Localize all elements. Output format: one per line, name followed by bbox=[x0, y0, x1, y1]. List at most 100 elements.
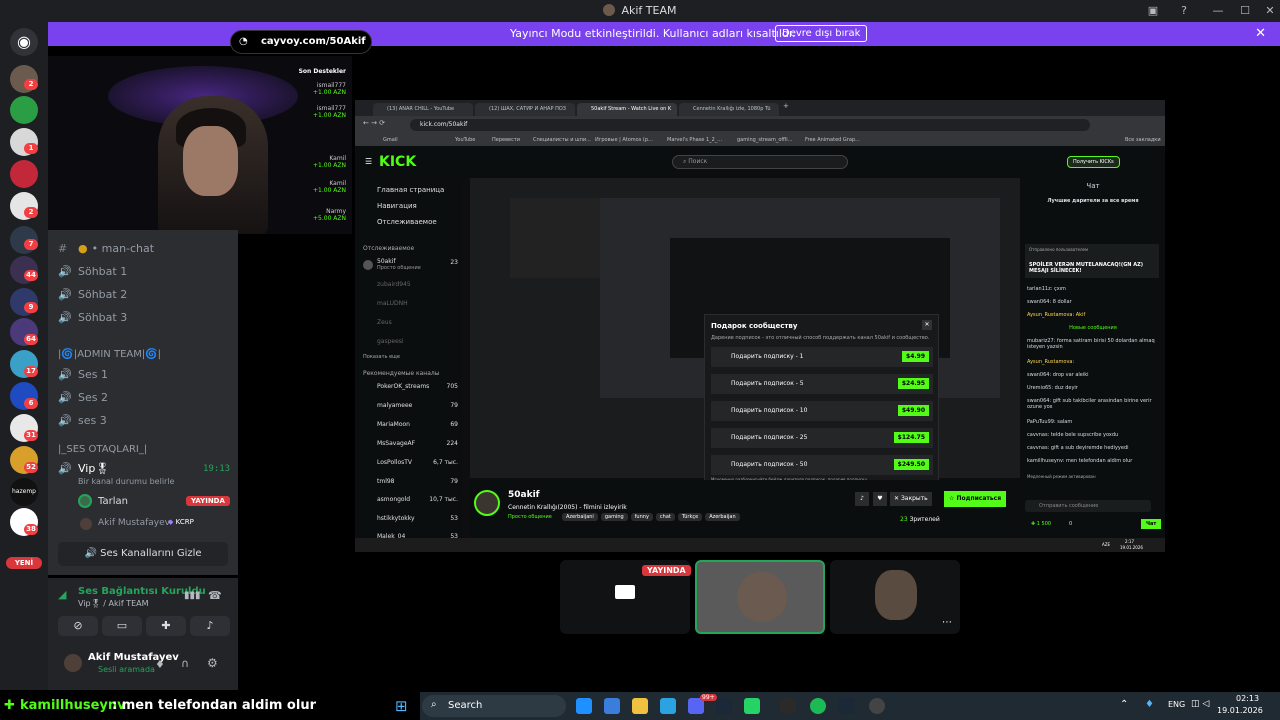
clock-date[interactable]: 19.01.2026 bbox=[1217, 706, 1263, 715]
nav-following[interactable]: Отслеживаемое bbox=[377, 218, 437, 226]
settings-gear-icon[interactable]: ⚙ bbox=[207, 656, 218, 670]
bookmark[interactable]: Marvel's Phase 1_2_... bbox=[667, 137, 722, 143]
voice-channel[interactable]: 🔊 Söhbat 1 bbox=[58, 265, 127, 278]
screen-share-stream[interactable]: (13) ANAR CHILL - YouTube (12) ШАХ, САТИ… bbox=[355, 100, 1165, 552]
heart-icon[interactable]: ♥ bbox=[873, 492, 887, 506]
category-header[interactable]: |_SES OTAQLARI_| bbox=[58, 444, 147, 455]
voice-channel[interactable]: 🔊 Ses 2 bbox=[58, 391, 108, 404]
steam-icon[interactable] bbox=[716, 698, 732, 714]
microphone-icon[interactable]: ♦ bbox=[155, 658, 165, 671]
bookmark[interactable]: gaming_stream_offli... bbox=[737, 137, 792, 143]
chat-input[interactable]: Отправить сообщение bbox=[1025, 500, 1151, 512]
explorer-icon[interactable] bbox=[632, 698, 648, 714]
screen-share-button[interactable]: ▭ bbox=[102, 616, 142, 636]
hamburger-icon[interactable]: ☰ bbox=[365, 157, 372, 166]
steam-icon-2[interactable] bbox=[838, 698, 854, 714]
notification-bell-icon[interactable]: ♪ bbox=[855, 492, 869, 506]
participant-tile-speaking[interactable] bbox=[695, 560, 825, 634]
avatar[interactable] bbox=[64, 654, 82, 672]
kick-logo[interactable]: KICK bbox=[379, 154, 416, 170]
help-icon[interactable]: ? bbox=[1176, 3, 1192, 19]
gift-option[interactable]: Подарить подписок - 50 $249.50 bbox=[711, 455, 933, 475]
active-voice-channel[interactable]: 🔊 Vip🎖 bbox=[58, 462, 109, 475]
browser-tab[interactable]: (12) ШАХ, САТИР И АНАР ПОЗ bbox=[475, 103, 575, 116]
close-banner-icon[interactable]: ✕ bbox=[1255, 26, 1266, 41]
gift-option[interactable]: Подарить подписку - 1 $4.99 bbox=[711, 347, 933, 367]
tag[interactable]: Azerbaijani bbox=[562, 513, 598, 521]
headphones-icon[interactable]: ∩ bbox=[181, 657, 189, 670]
bookmark[interactable]: Free Animated Grap... bbox=[805, 137, 860, 143]
followed-channel[interactable]: 50akif bbox=[377, 258, 396, 265]
camera-off-button[interactable]: ⊘ bbox=[58, 616, 98, 636]
server-icon[interactable] bbox=[10, 96, 38, 124]
nav-browse[interactable]: Навигация bbox=[377, 202, 417, 210]
browser-tab[interactable]: (13) ANAR CHILL - YouTube bbox=[373, 103, 473, 116]
tag[interactable]: gaming bbox=[600, 513, 628, 521]
discord-home-icon[interactable]: ◉ bbox=[10, 28, 38, 56]
clock-time[interactable]: 02:13 bbox=[1236, 694, 1259, 703]
voice-location[interactable]: Vip🎖 / Akif TEAM bbox=[78, 599, 149, 608]
server-icon[interactable]: hazemp bbox=[10, 478, 38, 506]
voice-channel[interactable]: 🔊 Söhbat 2 bbox=[58, 288, 127, 301]
maximize-button[interactable]: ☐ bbox=[1237, 3, 1253, 19]
epic-games-icon[interactable] bbox=[780, 698, 796, 714]
windows-start-icon[interactable]: ⊞ bbox=[395, 698, 411, 714]
kick-search-input[interactable]: ⌕ Поиск bbox=[672, 155, 848, 169]
microphone-icon[interactable]: ♦ bbox=[1145, 699, 1154, 710]
chat-send-button[interactable]: Чат bbox=[1141, 519, 1162, 529]
disconnect-icon[interactable]: ☎ bbox=[208, 589, 222, 602]
telegram-icon[interactable] bbox=[660, 698, 676, 714]
avatar[interactable] bbox=[474, 490, 500, 516]
taskbar-search[interactable]: ⌕ Search bbox=[422, 695, 566, 717]
recommended-channel[interactable]: asmongold bbox=[377, 496, 410, 503]
noise-suppression-icon[interactable]: ▮▮▮ bbox=[184, 590, 201, 601]
recommended-channel[interactable]: hstikkytokky bbox=[377, 515, 415, 522]
whatsapp-icon[interactable] bbox=[744, 698, 760, 714]
recommended-channel[interactable]: tml98 bbox=[377, 478, 395, 485]
language-indicator[interactable]: ENG bbox=[1168, 700, 1185, 709]
recommended-channel[interactable]: MariaMoon bbox=[377, 421, 410, 428]
spotify-icon[interactable] bbox=[810, 698, 826, 714]
voice-channel[interactable]: 🔊 Söhbat 3 bbox=[58, 311, 127, 324]
followed-channel[interactable]: gaspeesi bbox=[377, 338, 404, 345]
category-header[interactable]: |🌀|ADMIN TEAM|🌀| bbox=[58, 349, 161, 360]
close-button[interactable]: ✕ Закрыть bbox=[890, 492, 932, 506]
bookmark[interactable]: Игровые | Atomos (р... bbox=[595, 137, 653, 143]
close-window-button[interactable]: ✕ bbox=[1262, 3, 1278, 19]
tag[interactable]: chat bbox=[655, 513, 675, 521]
text-channel[interactable]: # ● • man-chat bbox=[58, 242, 154, 255]
recommended-channel[interactable]: MsSavageAF bbox=[377, 440, 415, 447]
tag[interactable]: Azerbaijan bbox=[705, 513, 740, 521]
show-more-link[interactable]: Показать еще bbox=[363, 354, 400, 360]
inbox-icon[interactable]: ▣ bbox=[1145, 3, 1161, 19]
hide-voice-channels-button[interactable]: 🔊 Ses Kanallarını Gizle bbox=[58, 542, 228, 566]
bookmark[interactable]: Перевести bbox=[492, 137, 520, 143]
bookmark[interactable]: Gmail bbox=[383, 137, 398, 143]
edge-icon[interactable] bbox=[576, 698, 592, 714]
channel-status[interactable]: Bir kanal durumu belirle bbox=[78, 477, 174, 486]
followed-channel[interactable]: zubaird945 bbox=[377, 281, 411, 288]
tag[interactable]: funny bbox=[630, 513, 653, 521]
browser-tab-active[interactable]: 50akif Stream - Watch Live on K bbox=[577, 103, 677, 116]
nav-buttons-icon[interactable]: ← → ⟳ bbox=[363, 119, 385, 127]
activities-button[interactable]: ✚ bbox=[146, 616, 186, 636]
nav-home[interactable]: Главная страница bbox=[377, 186, 444, 194]
more-options-icon[interactable]: ⋯ bbox=[942, 617, 952, 628]
obs-icon[interactable] bbox=[869, 698, 885, 714]
voice-member-name[interactable]: Tarlan bbox=[98, 496, 128, 507]
server-icon[interactable] bbox=[10, 160, 38, 188]
streamer-name[interactable]: 50akif bbox=[508, 490, 540, 500]
new-tab-icon[interactable]: + bbox=[783, 102, 789, 110]
stream-category[interactable]: Просто общение bbox=[508, 514, 552, 520]
disable-streamer-mode-button[interactable]: Devre dışı bırak bbox=[775, 25, 868, 42]
voice-channel[interactable]: 🔊 ses 3 bbox=[58, 414, 107, 427]
network-speaker-icon[interactable]: ◫ ◁ bbox=[1191, 699, 1209, 709]
participant-tile[interactable]: ⋯ bbox=[830, 560, 960, 634]
tray-overflow-icon[interactable]: ⌃ bbox=[1120, 699, 1128, 710]
browser-tab[interactable]: Cennetin Krallığı izle, 1080p Tü bbox=[679, 103, 779, 116]
bookmark[interactable]: Специалисты и шпи... bbox=[533, 137, 591, 143]
bookmark[interactable]: Все закладки bbox=[1125, 137, 1161, 143]
subscribe-button[interactable]: ☆ Подписаться bbox=[944, 491, 1007, 507]
close-icon[interactable]: ✕ bbox=[922, 320, 932, 330]
bookmark[interactable]: YouTube bbox=[455, 137, 475, 143]
